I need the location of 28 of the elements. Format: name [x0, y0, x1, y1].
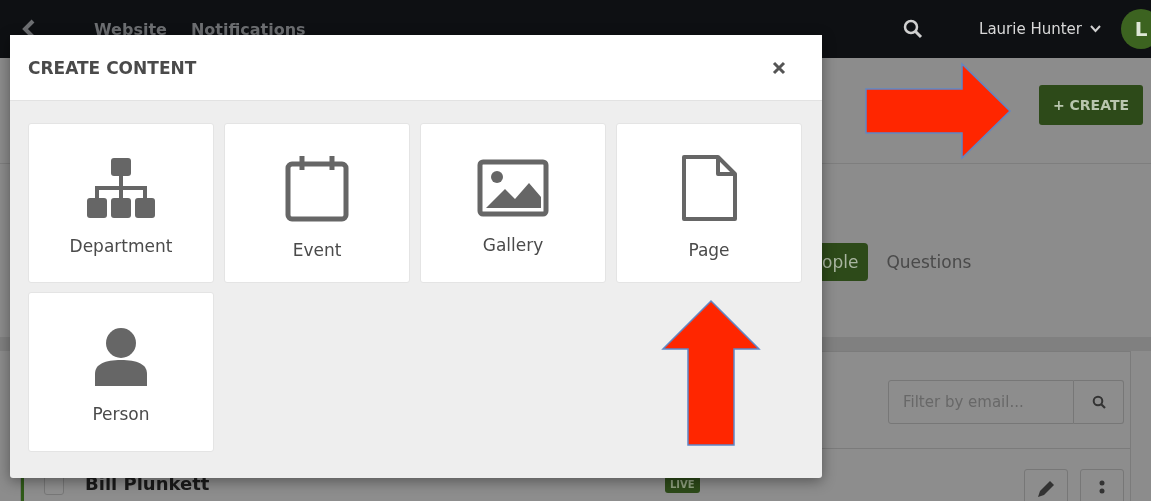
- avatar[interactable]: L: [1121, 9, 1151, 49]
- nav-link[interactable]: Website: [94, 19, 167, 39]
- person-icon: [95, 327, 147, 386]
- calendar-icon: [285, 153, 349, 222]
- content-type-tile[interactable]: Gallery: [420, 123, 606, 283]
- up-arrow-icon: [661, 299, 761, 446]
- content-type-tile[interactable]: Person: [28, 292, 214, 452]
- search-icon[interactable]: [903, 19, 924, 39]
- nav-link[interactable]: Notifications: [190, 19, 306, 39]
- right-arrow-icon: [865, 62, 1012, 160]
- org-chart-icon: [87, 157, 155, 218]
- search-button[interactable]: [1074, 380, 1124, 424]
- caret-icon: [1090, 25, 1101, 33]
- pencil-icon: [1035, 478, 1057, 500]
- user-menu[interactable]: Laurie Hunter: [979, 20, 1101, 38]
- content-type-tile[interactable]: Department: [28, 123, 214, 283]
- content-type-tile[interactable]: Page: [616, 123, 802, 283]
- document-icon: [680, 153, 738, 222]
- close-button[interactable]: [772, 60, 786, 75]
- create-button[interactable]: + CREATE: [1038, 85, 1143, 125]
- more-button[interactable]: [1080, 469, 1124, 501]
- search-icon: [1091, 395, 1106, 409]
- content-type-tile[interactable]: Event: [224, 123, 410, 283]
- close-icon: [772, 60, 786, 75]
- tab[interactable]: ople: [822, 243, 869, 281]
- edit-button[interactable]: [1024, 469, 1068, 501]
- image-icon: [477, 158, 549, 217]
- dialog-title: CREATE CONTENT: [28, 57, 197, 78]
